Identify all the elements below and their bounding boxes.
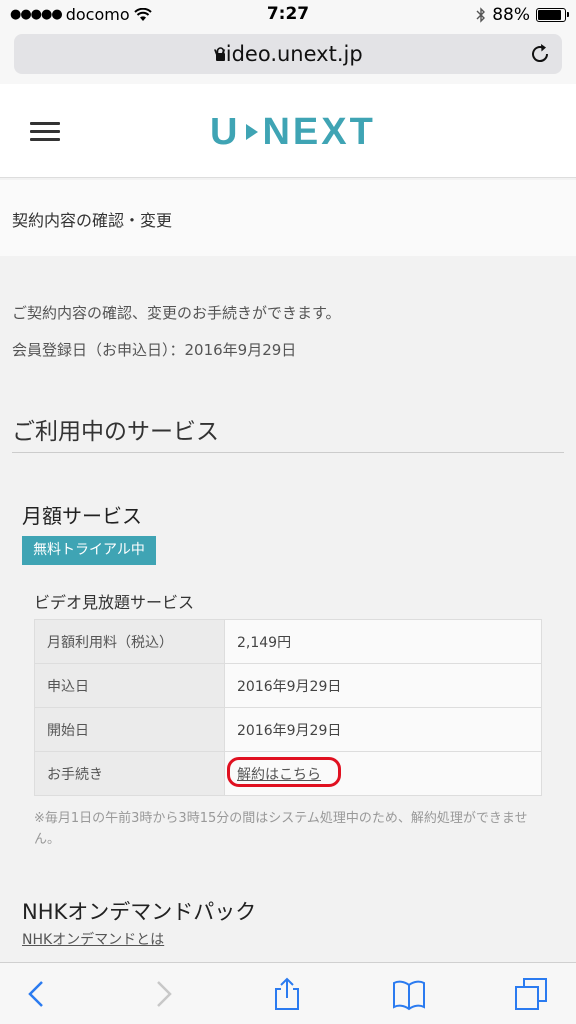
unext-logo[interactable]: U NEXT xyxy=(210,111,376,153)
row-label: お手続き xyxy=(34,751,225,796)
trial-badge: 無料トライアル中 xyxy=(22,536,156,565)
menu-icon[interactable] xyxy=(30,122,60,142)
page-title: 契約内容の確認・変更 xyxy=(12,211,173,230)
status-bar: ●●●●● docomo 7:27 88% xyxy=(0,0,576,30)
section-title: ご利用中のサービス xyxy=(12,419,219,445)
url-text: video.unext.jp xyxy=(213,42,363,66)
row-value: 2,149円 xyxy=(224,619,542,664)
nhk-info-link[interactable]: NHKオンデマンドとは xyxy=(22,929,164,949)
maintenance-note: ※毎月1日の午前3時から3時15分の間はシステム処理中のため、解約処理ができませ… xyxy=(34,811,528,847)
row-label: 申込日 xyxy=(34,663,225,708)
monthly-service-title: 月額サービス xyxy=(22,504,142,528)
highlight-circle xyxy=(227,756,341,787)
row-value: 2016年9月29日 xyxy=(224,663,542,708)
table-row: お手続き 解約はこちら xyxy=(34,751,542,796)
battery-percent: 88% xyxy=(492,5,530,25)
bookmarks-icon[interactable] xyxy=(392,977,426,1011)
bluetooth-icon xyxy=(476,7,486,23)
row-value: 2016年9月29日 xyxy=(224,707,542,752)
browser-toolbar xyxy=(0,962,576,1024)
address-bar[interactable]: video.unext.jp xyxy=(14,34,562,74)
intro-text: ご契約内容の確認、変更のお手続きができます。 xyxy=(12,304,341,322)
share-icon[interactable] xyxy=(270,977,304,1011)
site-header: U NEXT xyxy=(0,84,576,178)
browser-chrome: video.unext.jp xyxy=(0,30,576,84)
table-row: 月額利用料（税込） 2,149円 xyxy=(34,619,542,664)
table-row: 申込日 2016年9月29日 xyxy=(34,663,542,708)
section-divider xyxy=(12,452,564,453)
nhk-pack-title: NHKオンデマンドパック xyxy=(22,900,257,924)
service-name: ビデオ見放題サービス xyxy=(34,593,195,612)
registration-date: 会員登録日（お申込日）：2016年9月29日 xyxy=(12,341,297,359)
reload-icon[interactable] xyxy=(528,42,552,66)
row-value: 解約はこちら xyxy=(224,751,542,796)
table-row: 開始日 2016年9月29日 xyxy=(34,707,542,752)
row-label: 開始日 xyxy=(34,707,225,752)
row-label: 月額利用料（税込） xyxy=(34,619,225,664)
logo-triangle-icon xyxy=(246,124,259,140)
service-info-table: 月額利用料（税込） 2,149円 申込日 2016年9月29日 開始日 2016… xyxy=(34,619,542,796)
page-title-bar: 契約内容の確認・変更 xyxy=(0,180,576,256)
battery-icon xyxy=(536,8,569,22)
back-icon[interactable] xyxy=(20,977,54,1011)
tabs-icon[interactable] xyxy=(514,977,548,1011)
forward-icon[interactable] xyxy=(146,977,180,1011)
